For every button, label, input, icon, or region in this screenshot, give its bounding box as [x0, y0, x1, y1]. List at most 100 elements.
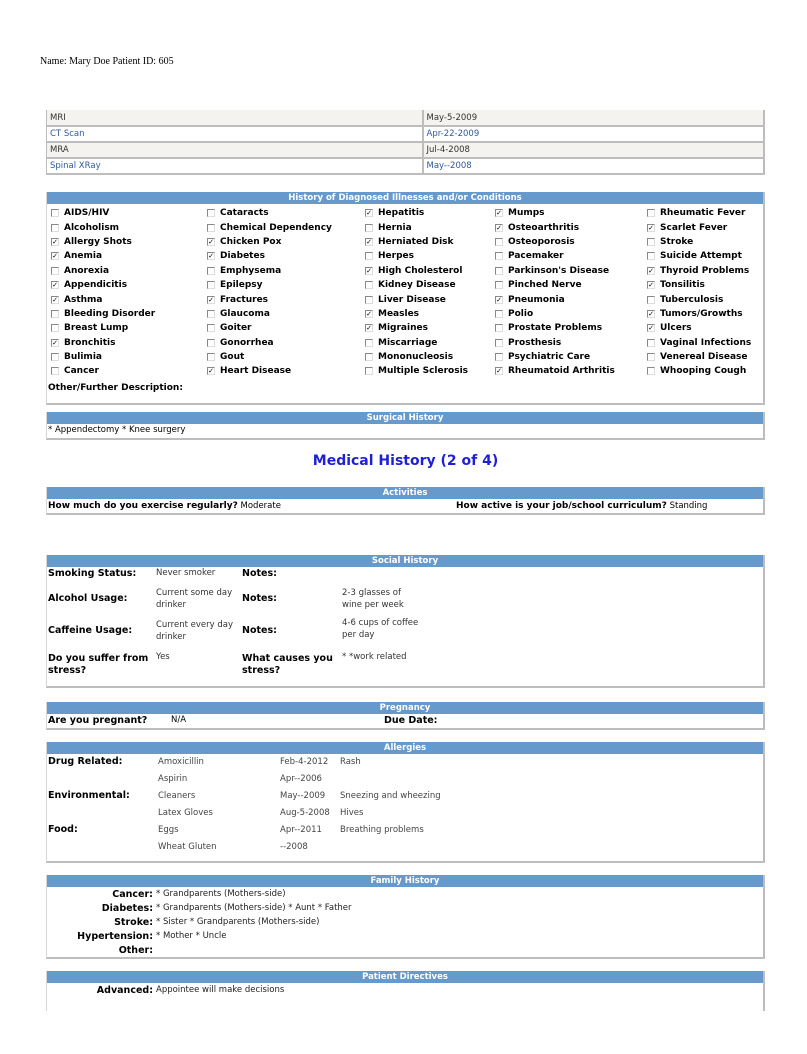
illness-checkbox-item[interactable]: ✓ Thyroid Problems [647, 264, 770, 278]
checkbox-unchecked-icon[interactable] [207, 223, 215, 232]
checkbox-unchecked-icon[interactable] [365, 223, 373, 232]
checkbox-unchecked-icon[interactable] [647, 252, 655, 261]
illness-checkbox-item[interactable]: ✓ Bronchitis [51, 336, 207, 350]
checkbox-checked-icon[interactable]: ✓ [495, 367, 503, 376]
checkbox-unchecked-icon[interactable] [495, 252, 503, 261]
illness-checkbox-item[interactable]: Bleeding Disorder [51, 307, 207, 321]
checkbox-checked-icon[interactable]: ✓ [647, 266, 655, 275]
checkbox-checked-icon[interactable]: ✓ [207, 295, 215, 304]
checkbox-checked-icon[interactable]: ✓ [365, 266, 373, 275]
checkbox-unchecked-icon[interactable] [207, 324, 215, 333]
illness-checkbox-item[interactable]: Venereal Disease [647, 350, 770, 364]
illness-checkbox-item[interactable]: Pacemaker [495, 249, 647, 263]
checkbox-checked-icon[interactable]: ✓ [365, 309, 373, 318]
illness-checkbox-item[interactable]: Chemical Dependency [207, 220, 365, 234]
illness-checkbox-item[interactable]: Osteoporosis [495, 235, 647, 249]
checkbox-unchecked-icon[interactable] [51, 209, 59, 218]
illness-checkbox-item[interactable]: Multiple Sclerosis [365, 364, 495, 378]
illness-checkbox-item[interactable]: ✓ High Cholesterol [365, 264, 495, 278]
illness-checkbox-item[interactable]: ✓ Osteoarthritis [495, 220, 647, 234]
illness-checkbox-item[interactable]: ✓ Measles [365, 307, 495, 321]
checkbox-unchecked-icon[interactable] [495, 237, 503, 246]
checkbox-checked-icon[interactable]: ✓ [207, 237, 215, 246]
checkbox-unchecked-icon[interactable] [647, 237, 655, 246]
checkbox-checked-icon[interactable]: ✓ [51, 295, 59, 304]
illness-checkbox-item[interactable]: Goiter [207, 321, 365, 335]
checkbox-checked-icon[interactable]: ✓ [51, 281, 59, 290]
illness-checkbox-item[interactable]: Herpes [365, 249, 495, 263]
checkbox-unchecked-icon[interactable] [51, 324, 59, 333]
checkbox-unchecked-icon[interactable] [647, 295, 655, 304]
checkbox-unchecked-icon[interactable] [365, 281, 373, 290]
checkbox-unchecked-icon[interactable] [647, 209, 655, 218]
checkbox-checked-icon[interactable]: ✓ [495, 295, 503, 304]
illness-checkbox-item[interactable]: Hernia [365, 220, 495, 234]
checkbox-unchecked-icon[interactable] [495, 324, 503, 333]
illness-checkbox-item[interactable]: Stroke [647, 235, 770, 249]
illness-checkbox-item[interactable]: Pinched Nerve [495, 278, 647, 292]
checkbox-unchecked-icon[interactable] [207, 338, 215, 347]
checkbox-checked-icon[interactable]: ✓ [647, 223, 655, 232]
checkbox-unchecked-icon[interactable] [51, 367, 59, 376]
checkbox-checked-icon[interactable]: ✓ [495, 209, 503, 218]
checkbox-checked-icon[interactable]: ✓ [365, 209, 373, 218]
illness-checkbox-item[interactable]: Emphysema [207, 264, 365, 278]
checkbox-unchecked-icon[interactable] [207, 281, 215, 290]
illness-checkbox-item[interactable]: ✓ Fractures [207, 292, 365, 306]
illness-checkbox-item[interactable]: Prostate Problems [495, 321, 647, 335]
illness-checkbox-item[interactable]: Liver Disease [365, 292, 495, 306]
illness-checkbox-item[interactable]: Gout [207, 350, 365, 364]
checkbox-unchecked-icon[interactable] [495, 266, 503, 275]
illness-checkbox-item[interactable]: Bulimia [51, 350, 207, 364]
illness-checkbox-item[interactable]: Miscarriage [365, 336, 495, 350]
illness-checkbox-item[interactable]: Cancer [51, 364, 207, 378]
checkbox-unchecked-icon[interactable] [647, 367, 655, 376]
checkbox-checked-icon[interactable]: ✓ [647, 281, 655, 290]
illness-checkbox-item[interactable]: ✓ Allergy Shots [51, 235, 207, 249]
checkbox-unchecked-icon[interactable] [365, 338, 373, 347]
illness-checkbox-item[interactable]: Gonorrhea [207, 336, 365, 350]
illness-checkbox-item[interactable]: Alcoholism [51, 220, 207, 234]
illness-checkbox-item[interactable]: Rheumatic Fever [647, 206, 770, 220]
checkbox-checked-icon[interactable]: ✓ [207, 367, 215, 376]
illness-checkbox-item[interactable]: ✓ Asthma [51, 292, 207, 306]
checkbox-checked-icon[interactable]: ✓ [51, 237, 59, 246]
checkbox-unchecked-icon[interactable] [495, 309, 503, 318]
illness-checkbox-item[interactable]: Breast Lump [51, 321, 207, 335]
illness-checkbox-item[interactable]: ✓ Appendicitis [51, 278, 207, 292]
checkbox-unchecked-icon[interactable] [207, 353, 215, 362]
illness-checkbox-item[interactable]: Whooping Cough [647, 364, 770, 378]
checkbox-checked-icon[interactable]: ✓ [365, 237, 373, 246]
checkbox-unchecked-icon[interactable] [495, 338, 503, 347]
illness-checkbox-item[interactable]: Epilepsy [207, 278, 365, 292]
checkbox-checked-icon[interactable]: ✓ [207, 252, 215, 261]
checkbox-unchecked-icon[interactable] [495, 281, 503, 290]
checkbox-unchecked-icon[interactable] [51, 266, 59, 275]
illness-checkbox-item[interactable]: Prosthesis [495, 336, 647, 350]
checkbox-checked-icon[interactable]: ✓ [495, 223, 503, 232]
illness-checkbox-item[interactable]: ✓ Herniated Disk [365, 235, 495, 249]
illness-checkbox-item[interactable]: Glaucoma [207, 307, 365, 321]
checkbox-unchecked-icon[interactable] [647, 338, 655, 347]
illness-checkbox-item[interactable]: Kidney Disease [365, 278, 495, 292]
illness-checkbox-item[interactable]: Parkinson's Disease [495, 264, 647, 278]
checkbox-unchecked-icon[interactable] [207, 266, 215, 275]
illness-checkbox-item[interactable]: ✓ Hepatitis [365, 206, 495, 220]
illness-checkbox-item[interactable]: Mononucleosis [365, 350, 495, 364]
illness-checkbox-item[interactable]: Vaginal Infections [647, 336, 770, 350]
illness-checkbox-item[interactable]: ✓ Migraines [365, 321, 495, 335]
checkbox-checked-icon[interactable]: ✓ [647, 324, 655, 333]
checkbox-unchecked-icon[interactable] [51, 223, 59, 232]
illness-checkbox-item[interactable]: ✓ Heart Disease [207, 364, 365, 378]
checkbox-checked-icon[interactable]: ✓ [365, 324, 373, 333]
checkbox-unchecked-icon[interactable] [365, 367, 373, 376]
checkbox-unchecked-icon[interactable] [51, 309, 59, 318]
illness-checkbox-item[interactable]: ✓ Ulcers [647, 321, 770, 335]
illness-checkbox-item[interactable]: ✓ Rheumatoid Arthritis [495, 364, 647, 378]
checkbox-checked-icon[interactable]: ✓ [51, 252, 59, 261]
illness-checkbox-item[interactable]: ✓ Scarlet Fever [647, 220, 770, 234]
checkbox-unchecked-icon[interactable] [207, 209, 215, 218]
illness-checkbox-item[interactable]: Suicide Attempt [647, 249, 770, 263]
illness-checkbox-item[interactable]: ✓ Tumors/Growths [647, 307, 770, 321]
illness-checkbox-item[interactable]: Anorexia [51, 264, 207, 278]
